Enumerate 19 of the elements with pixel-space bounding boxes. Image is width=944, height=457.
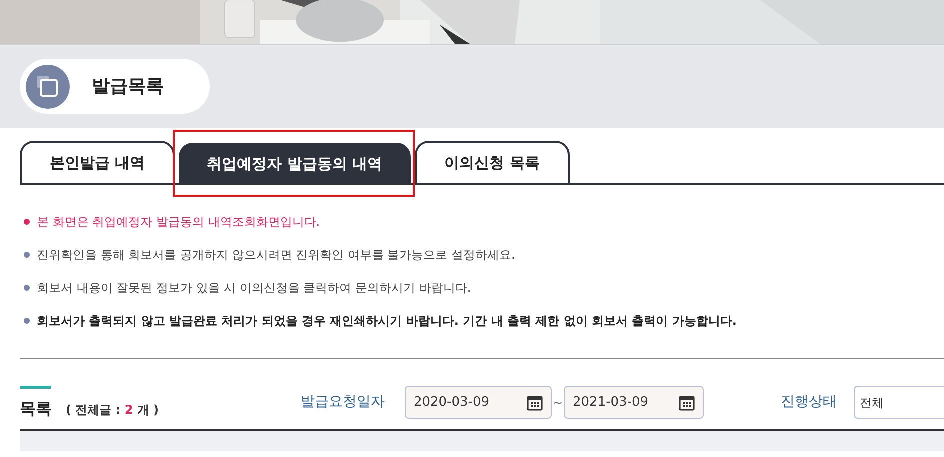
range-separator: ~	[552, 394, 564, 412]
notice-text: 회보서가 출력되지 않고 발급완료 처리가 되었을 경우 재인쇄하시기 바랍니다. 기간 내 출력 제한 없이 회보서 출력이 가능합니다.	[37, 313, 737, 330]
page-title: 발급목록	[92, 75, 164, 99]
list-title: 목록	[20, 398, 52, 420]
date-to-field[interactable]: 2021-03-09	[564, 386, 704, 419]
copy-icon	[26, 64, 70, 108]
notice-text: 본 화면은 취업예정자 발급동의 내역조회화면입니다.	[37, 214, 320, 231]
notice-text: 진위확인을 통해 회보서를 공개하지 않으시려면 진위확인 여부를 불가능으로 설정하세요.	[37, 247, 516, 264]
notice-text: 회보서 내용이 잘못된 정보가 있을 시 이의신청을 클릭하여 문의하시기 바랍니다.	[37, 280, 472, 297]
date-label: 발급요청일자	[300, 393, 386, 412]
total-count: ( 전체글 : 2 개 )	[66, 402, 160, 419]
tab[interactable]: 본인발급 내역	[20, 141, 176, 183]
calendar-icon[interactable]	[679, 394, 695, 410]
tab[interactable]: 취업예정자 발급동의 내역	[179, 143, 411, 185]
status-select[interactable]: 전체	[854, 386, 944, 419]
calendar-icon[interactable]	[526, 394, 543, 410]
status-label: 진행상태	[781, 393, 838, 412]
date-from-field[interactable]: 2020-03-09	[404, 386, 552, 419]
tab[interactable]: 이의신청 목록	[414, 141, 570, 183]
